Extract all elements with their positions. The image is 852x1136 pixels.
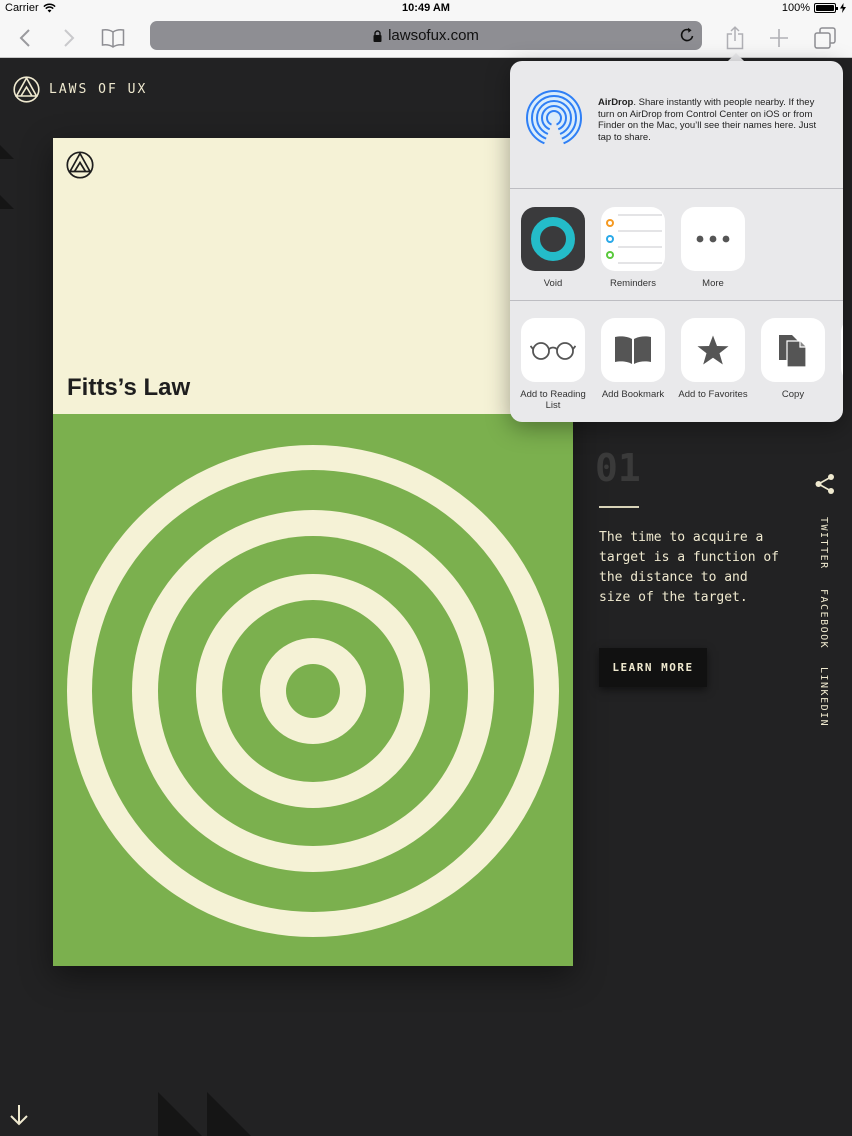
card-illustration xyxy=(53,414,573,966)
share-nodes-icon[interactable] xyxy=(814,473,836,495)
lock-icon xyxy=(373,29,382,42)
plus-icon xyxy=(770,29,788,47)
reload-button[interactable] xyxy=(680,27,695,48)
forward-button[interactable] xyxy=(53,22,85,54)
battery-percentage: 100% xyxy=(781,2,810,14)
status-right: 100% xyxy=(782,2,846,14)
decorative-triangle xyxy=(158,1092,202,1136)
law-description: The time to acquire a target is a functi… xyxy=(599,530,780,605)
share-button[interactable] xyxy=(719,22,751,54)
charging-bolt-icon xyxy=(840,3,846,13)
open-book-icon xyxy=(101,29,125,48)
clock: 10:49 AM xyxy=(402,2,450,14)
copy-tile[interactable]: Copy xyxy=(753,318,833,400)
laws-of-ux-logo-icon xyxy=(13,76,40,103)
share-apps-row: Void Reminders More xyxy=(510,190,843,301)
share-sheet: AirDrop. Share instantly with people nea… xyxy=(510,61,843,422)
share-icon xyxy=(726,26,744,50)
decorative-triangle xyxy=(0,195,14,209)
airdrop-title: AirDrop xyxy=(598,97,634,108)
more-apps-label: More xyxy=(702,278,724,289)
add-to-reading-list-tile[interactable]: Add to Reading List xyxy=(513,318,593,411)
decorative-triangle xyxy=(207,1092,251,1136)
divider xyxy=(599,506,639,508)
status-bar: Carrier 10:49 AM 100% xyxy=(0,0,852,18)
reminders-app-label: Reminders xyxy=(610,278,656,289)
book-icon xyxy=(601,318,665,382)
copy-label: Copy xyxy=(781,389,805,400)
chevron-left-icon xyxy=(19,29,30,47)
card-header: Fitts’s Law xyxy=(53,138,573,414)
law-card[interactable]: Fitts’s Law xyxy=(53,138,573,966)
copy-icon xyxy=(761,318,825,382)
browser-toolbar: lawsofux.com xyxy=(0,18,852,58)
bookmarks-button[interactable] xyxy=(97,22,129,54)
target-illustration xyxy=(67,445,559,937)
airdrop-icon[interactable] xyxy=(525,89,583,147)
reminders-app-tile[interactable]: Reminders xyxy=(593,207,673,289)
add-bookmark-label: Add Bookmark xyxy=(601,389,665,400)
battery-icon xyxy=(814,3,838,13)
add-bookmark-tile[interactable]: Add Bookmark xyxy=(593,318,673,400)
partial-action-tile[interactable] xyxy=(833,318,843,382)
twitter-link[interactable]: TWITTER xyxy=(818,517,829,570)
more-icon xyxy=(681,207,745,271)
decorative-triangle xyxy=(0,145,14,159)
star-icon xyxy=(681,318,745,382)
glasses-icon xyxy=(521,318,585,382)
new-tab-button[interactable] xyxy=(763,22,795,54)
partial-action-icon xyxy=(841,318,843,382)
card-logo-icon xyxy=(66,151,94,179)
url-text: lawsofux.com xyxy=(388,27,479,44)
reload-icon xyxy=(680,27,694,42)
arrow-down-icon[interactable] xyxy=(9,1104,29,1126)
back-button[interactable] xyxy=(9,22,41,54)
site-name: LAWS OF UX xyxy=(49,82,148,97)
airdrop-description: AirDrop. Share instantly with people nea… xyxy=(598,97,830,143)
add-to-favorites-tile[interactable]: Add to Favorites xyxy=(673,318,753,400)
add-to-reading-list-label: Add to Reading List xyxy=(520,389,586,411)
card-title: Fitts’s Law xyxy=(67,374,191,401)
learn-more-button[interactable]: LEARN MORE xyxy=(599,648,707,687)
chevron-right-icon xyxy=(64,29,75,47)
site-logo[interactable]: LAWS OF UX xyxy=(13,76,147,103)
add-to-favorites-label: Add to Favorites xyxy=(678,389,748,400)
airdrop-section: AirDrop. Share instantly with people nea… xyxy=(510,61,843,189)
facebook-link[interactable]: FACEBOOK xyxy=(818,589,829,649)
linkedin-link[interactable]: LINKEDIN xyxy=(818,667,829,727)
void-app-tile[interactable]: Void xyxy=(513,207,593,289)
tabs-icon xyxy=(814,27,836,49)
tabs-button[interactable] xyxy=(809,22,841,54)
void-app-label: Void xyxy=(543,278,563,289)
void-app-icon xyxy=(521,207,585,271)
reminders-app-icon xyxy=(601,207,665,271)
share-actions-row: Add to Reading List Add Bookmark Add to … xyxy=(510,302,843,422)
law-number: 01 xyxy=(595,446,641,490)
address-bar[interactable]: lawsofux.com xyxy=(150,21,702,50)
more-apps-tile[interactable]: More xyxy=(673,207,753,289)
